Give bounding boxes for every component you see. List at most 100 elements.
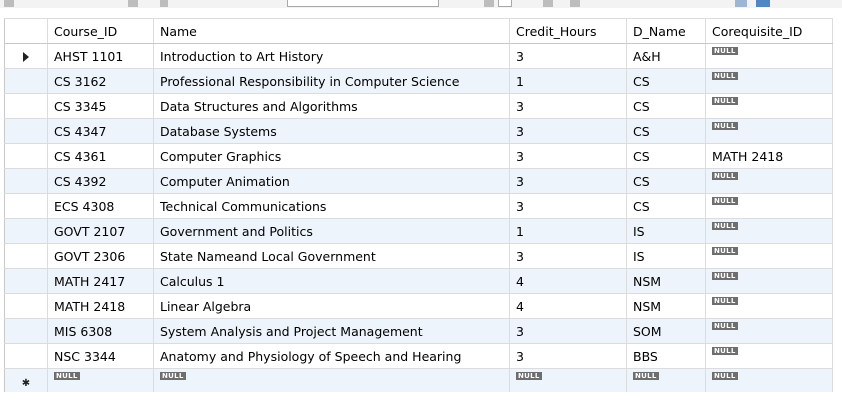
row-selector[interactable] [4,243,48,269]
cell-corequisite-id[interactable]: NULL [705,368,833,394]
toolbar-button-fragment[interactable] [160,0,168,7]
cell-name[interactable]: State Nameand Local Government [153,243,510,269]
cell-name[interactable]: Database Systems [153,118,510,144]
cell-d-name[interactable]: NSM [626,268,706,294]
cell-corequisite-id[interactable]: NULL [705,268,833,294]
row-selector[interactable] [4,268,48,294]
cell-name[interactable]: Computer Graphics [153,143,510,169]
cell-d-name[interactable]: A&H [626,43,706,69]
cell-name[interactable]: Calculus 1 [153,268,510,294]
row-selector[interactable] [4,68,48,94]
cell-credit-hours[interactable]: 3 [509,168,627,194]
cell-credit-hours[interactable]: 3 [509,343,627,369]
cell-credit-hours[interactable]: 3 [509,193,627,219]
cell-credit-hours[interactable]: 3 [509,93,627,119]
cell-d-name[interactable]: CS [626,143,706,169]
cell-course-id[interactable]: AHST 1101 [47,43,154,69]
cell-credit-hours[interactable]: 3 [509,118,627,144]
table-row[interactable]: AHST 1101 Introduction to Art History 3 A&H… [4,43,833,69]
table-row[interactable]: ECS 4308 Technical Communications 3 CS NULL [4,193,833,219]
cell-name[interactable]: Linear Algebra [153,293,510,319]
cell-course-id[interactable]: GOVT 2107 [47,218,154,244]
table-row[interactable]: MIS 6308 System Analysis and Project Mana… [4,318,833,344]
row-selector[interactable] [4,168,48,194]
cell-credit-hours[interactable]: 3 [509,143,627,169]
cell-d-name[interactable]: IS [626,218,706,244]
row-selector[interactable] [4,293,48,319]
table-row[interactable]: CS 4361 Computer Graphics 3 CS MATH 2418 [4,143,833,169]
table-row[interactable]: MATH 2418 Linear Algebra 4 NSM NULL [4,293,833,319]
cell-corequisite-id[interactable]: NULL [705,93,833,119]
row-selector[interactable] [4,143,48,169]
column-header-corequisite-id[interactable]: Corequisite_ID [705,18,833,44]
row-selector[interactable] [4,218,48,244]
cell-corequisite-id[interactable]: NULL [705,318,833,344]
cell-course-id[interactable]: MATH 2418 [47,293,154,319]
new-row[interactable]: ✱ NULL NULL NULL NULL NULL [4,368,833,394]
cell-corequisite-id[interactable]: NULL [705,293,833,319]
cell-course-id[interactable]: CS 3162 [47,68,154,94]
cell-name[interactable]: Technical Communications [153,193,510,219]
column-header-d-name[interactable]: D_Name [626,18,706,44]
cell-corequisite-id[interactable]: NULL [705,43,833,69]
cell-d-name[interactable]: NULL [626,368,706,394]
table-row[interactable]: NSC 3344 Anatomy and Physiology of Speech… [4,343,833,369]
cell-d-name[interactable]: SOM [626,318,706,344]
column-header-name[interactable]: Name [153,18,510,44]
cell-course-id[interactable]: NSC 3344 [47,343,154,369]
table-row[interactable]: MATH 2417 Calculus 1 4 NSM NULL [4,268,833,294]
cell-credit-hours[interactable]: 3 [509,43,627,69]
toolbar-button-fragment[interactable] [756,0,770,7]
cell-name[interactable]: Anatomy and Physiology of Speech and Hea… [153,343,510,369]
cell-corequisite-id[interactable]: MATH 2418 [705,143,833,169]
row-selector[interactable] [4,93,48,119]
cell-name[interactable]: Computer Animation [153,168,510,194]
cell-corequisite-id[interactable]: NULL [705,193,833,219]
cell-corequisite-id[interactable]: NULL [705,243,833,269]
toolbar-search-field[interactable] [287,0,439,7]
toolbar-button-fragment[interactable] [4,0,14,7]
cell-name[interactable]: Introduction to Art History [153,43,510,69]
cell-course-id[interactable]: NULL [47,368,154,394]
toolbar-button-fragment[interactable] [128,0,138,7]
cell-course-id[interactable]: CS 4392 [47,168,154,194]
cell-corequisite-id[interactable]: NULL [705,218,833,244]
row-selector-header[interactable] [4,18,48,44]
cell-course-id[interactable]: CS 4361 [47,143,154,169]
cell-name[interactable]: NULL [153,368,510,394]
cell-credit-hours[interactable]: 1 [509,68,627,94]
table-row[interactable]: CS 4392 Computer Animation 3 CS NULL [4,168,833,194]
cell-course-id[interactable]: GOVT 2306 [47,243,154,269]
cell-course-id[interactable]: MIS 6308 [47,318,154,344]
cell-credit-hours[interactable]: NULL [509,368,627,394]
table-row[interactable]: CS 3345 Data Structures and Algorithms 3 CS… [4,93,833,119]
cell-course-id[interactable]: ECS 4308 [47,193,154,219]
toolbar-button-fragment[interactable] [735,0,747,7]
cell-name[interactable]: Professional Responsibility in Computer … [153,68,510,94]
table-row[interactable]: GOVT 2107 Government and Politics 1 IS NULL [4,218,833,244]
cell-course-id[interactable]: CS 4347 [47,118,154,144]
table-row[interactable]: GOVT 2306 State Nameand Local Government 3… [4,243,833,269]
cell-name[interactable]: Data Structures and Algorithms [153,93,510,119]
column-header-course-id[interactable]: Course_ID [47,18,154,44]
toolbar-button-fragment[interactable] [498,0,512,7]
cell-corequisite-id[interactable]: NULL [705,68,833,94]
toolbar-button-fragment[interactable] [570,0,580,7]
cell-name[interactable]: System Analysis and Project Management [153,318,510,344]
cell-d-name[interactable]: CS [626,93,706,119]
cell-d-name[interactable]: CS [626,168,706,194]
cell-course-id[interactable]: MATH 2417 [47,268,154,294]
cell-credit-hours[interactable]: 1 [509,218,627,244]
cell-d-name[interactable]: CS [626,193,706,219]
cell-credit-hours[interactable]: 4 [509,268,627,294]
cell-d-name[interactable]: IS [626,243,706,269]
cell-d-name[interactable]: BBS [626,343,706,369]
cell-credit-hours[interactable]: 3 [509,318,627,344]
cell-corequisite-id[interactable]: NULL [705,168,833,194]
cell-course-id[interactable]: CS 3345 [47,93,154,119]
table-row[interactable]: CS 4347 Database Systems 3 CS NULL [4,118,833,144]
cell-d-name[interactable]: CS [626,68,706,94]
row-selector[interactable] [4,118,48,144]
cell-credit-hours[interactable]: 3 [509,243,627,269]
cell-d-name[interactable]: NSM [626,293,706,319]
